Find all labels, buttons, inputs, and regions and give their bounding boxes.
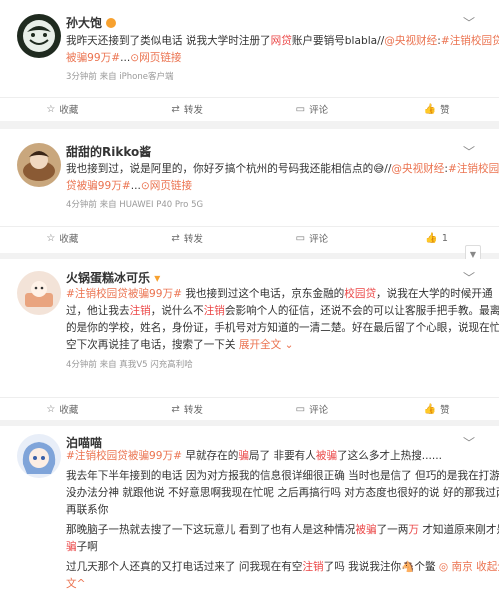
star-icon: ☆ (46, 403, 56, 415)
hashtag-link[interactable]: #注销校园贷被骗99万# (66, 288, 182, 300)
repost-icon: ⇄ (171, 103, 180, 115)
post-card: 孙大饱 ﹀ 我昨天还接到了类似电话 说我大学时注册了网贷账户要销号blabla/… (0, 0, 499, 121)
repost-button[interactable]: ⇄ 转发 (125, 98, 250, 120)
like-button[interactable]: 👍 赞 (374, 398, 499, 420)
avatar[interactable] (17, 14, 61, 58)
comment-button[interactable]: ▭ 评论 (250, 227, 375, 249)
avatar[interactable] (17, 434, 61, 478)
favorite-button[interactable]: ☆ 收藏 (0, 227, 125, 249)
hashtag-link[interactable]: #注销校园贷 (441, 35, 499, 47)
star-icon: ☆ (46, 232, 56, 244)
location-link[interactable]: ◎ 南京 (439, 561, 473, 573)
repost-icon: ⇄ (171, 403, 180, 415)
post-card: 泊喵喵 ﹀ #注销校园贷被骗99万# 早就存在的骗局了 非要有人被骗了这么多才上… (0, 426, 499, 598)
post-meta: 4分钟前 来自 HUAWEI P40 Pro 5G (66, 200, 204, 210)
hashtag-link[interactable]: 贷被骗99万# (66, 180, 131, 192)
expand-text-link[interactable]: 展开全文 (239, 339, 281, 351)
hashtag-link[interactable]: #注销校园 (448, 163, 499, 175)
thumb-up-icon: 👍 (425, 232, 438, 244)
comment-button[interactable]: ▭ 评论 (250, 98, 375, 120)
chevron-down-icon[interactable]: ﹀ (463, 269, 475, 286)
chevron-down-icon[interactable]: ﹀ (463, 14, 475, 31)
repost-button[interactable]: ⇄ 转发 (125, 227, 250, 249)
post-card: 甜甜的Rikko酱 ﹀ 我也接到过，说是阿里的，你好歹搞个杭州的号码我还能相信点… (0, 129, 499, 253)
avatar[interactable] (17, 271, 61, 315)
mention-link[interactable]: @央视财经 (391, 163, 444, 175)
favorite-button[interactable]: ☆ 收藏 (0, 398, 125, 420)
post-meta: 3分钟前 来自 iPhone客户端 (66, 72, 174, 82)
link-icon: ⊙ (130, 52, 140, 64)
repost-button[interactable]: ⇄ 转发 (125, 398, 250, 420)
chevron-down-icon: ⌄ (281, 339, 294, 351)
hashtag-link[interactable]: 被骗99万# (66, 52, 120, 64)
thumb-up-icon: 👍 (423, 403, 437, 415)
favorite-button[interactable]: ☆ 收藏 (0, 98, 125, 120)
comment-icon: ▭ (295, 232, 306, 244)
thumb-up-icon: 👍 (423, 103, 437, 115)
chevron-down-icon[interactable]: ﹀ (463, 143, 475, 160)
like-button[interactable]: 👍 赞 (374, 98, 499, 120)
verified-icon: ▾ (154, 271, 161, 285)
horse-emoji-icon: 🐴 (401, 561, 415, 573)
mention-link[interactable]: @央视财经 (384, 35, 437, 47)
post-text: 我也接到过，说是阿里的，你好歹搞个杭州的号码我还能相信点的😅//@央视财经:#注… (66, 163, 499, 192)
avatar[interactable] (17, 143, 61, 187)
comment-icon: ▭ (295, 403, 306, 415)
emoji-icon: 😅 (373, 163, 385, 175)
link-icon: ⊙ (140, 180, 150, 192)
username[interactable]: 孙大饱 (66, 14, 117, 31)
post-text: #注销校园贷被骗99万# 早就存在的骗局了 非要有人被骗了这么多才上热搜....… (66, 448, 499, 593)
post-text: #注销校园贷被骗99万# 我也接到过这个电话，京东金融的校园贷，说我在大学的时候… (66, 288, 499, 351)
action-bar: ☆ 收藏 ⇄ 转发 ▭ 评论 👍 赞 (0, 397, 499, 420)
post-card: 火锅蛋糕冰可乐 ▾ ﹀ #注销校园贷被骗99万# 我也接到过这个电话，京东金融的… (0, 259, 499, 420)
post-meta: 4分钟前 来自 真我V5 闪充高利哈 (66, 360, 193, 370)
web-link[interactable]: 网页链接 (150, 180, 192, 192)
hashtag-link[interactable]: #注销校园贷被骗99万# (66, 450, 182, 462)
comment-button[interactable]: ▭ 评论 (250, 398, 375, 420)
web-link[interactable]: 网页链接 (139, 52, 181, 64)
collapse-text-link[interactable]: 收起全 (473, 561, 499, 573)
repost-icon: ⇄ (171, 232, 180, 244)
collapse-text-link[interactable]: 文^ (66, 576, 489, 593)
username[interactable]: 甜甜的Rikko酱 (66, 143, 151, 160)
username[interactable]: 火锅蛋糕冰可乐 ▾ (66, 269, 160, 286)
action-bar: ☆ 收藏 ⇄ 转发 ▭ 评论 👍 1 (0, 226, 499, 249)
comment-icon: ▭ (295, 103, 306, 115)
vip-icon (106, 18, 117, 28)
star-icon: ☆ (46, 103, 56, 115)
post-text: 我昨天还接到了类似电话 说我大学时注册了网贷账户要销号blabla//@央视财经… (66, 33, 499, 67)
action-bar: ☆ 收藏 ⇄ 转发 ▭ 评论 👍 赞 (0, 97, 499, 120)
